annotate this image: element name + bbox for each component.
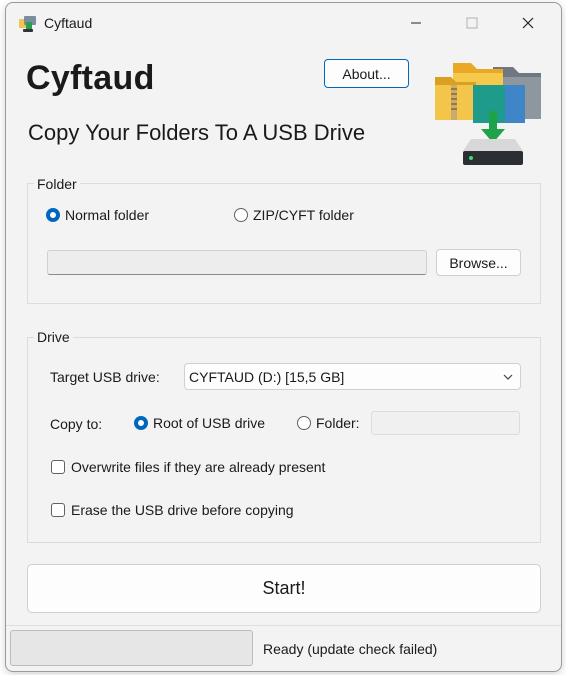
maximize-button[interactable]: [449, 3, 495, 43]
folder-group-box: [27, 183, 541, 304]
copy-to-folder-radio[interactable]: Folder:: [297, 415, 360, 431]
start-button[interactable]: Start!: [27, 564, 541, 613]
radio-unselected-icon: [234, 208, 248, 222]
title-bar[interactable]: Cyftaud: [6, 3, 561, 43]
target-usb-drive-value: CYFTAUD (D:) [15,5 GB]: [189, 368, 345, 385]
zip-folder-radio[interactable]: ZIP/CYFT folder: [234, 207, 354, 223]
erase-drive-label: Erase the USB drive before copying: [71, 502, 294, 518]
about-button[interactable]: About...: [324, 59, 409, 88]
normal-folder-label: Normal folder: [65, 207, 150, 223]
maximize-icon: [466, 17, 478, 29]
overwrite-label: Overwrite files if they are already pres…: [71, 459, 326, 475]
folders-to-usb-illustration-icon: [435, 63, 541, 165]
copy-to-label: Copy to:: [50, 416, 103, 432]
drive-group-legend: Drive: [34, 329, 73, 345]
checkbox-unchecked-icon: [51, 503, 65, 517]
app-subtitle: Copy Your Folders To A USB Drive: [28, 120, 366, 145]
radio-selected-icon: [46, 208, 60, 222]
minimize-button[interactable]: [393, 3, 439, 43]
radio-unselected-icon: [297, 416, 311, 430]
copy-to-folder-input[interactable]: [371, 411, 520, 435]
progress-bar: [10, 630, 253, 666]
chevron-down-icon: [503, 374, 513, 380]
target-usb-drive-label: Target USB drive:: [50, 369, 160, 385]
cyftaud-app-icon: [19, 16, 36, 32]
status-bar-divider: [6, 625, 561, 626]
overwrite-checkbox[interactable]: Overwrite files if they are already pres…: [51, 459, 325, 475]
root-of-usb-radio[interactable]: Root of USB drive: [134, 415, 265, 431]
folder-path-input[interactable]: [47, 250, 427, 275]
radio-selected-icon: [134, 416, 148, 430]
folder-group-legend: Folder: [34, 176, 80, 192]
normal-folder-radio[interactable]: Normal folder: [46, 207, 149, 223]
close-icon: [522, 17, 534, 29]
browse-button[interactable]: Browse...: [436, 249, 521, 276]
checkbox-unchecked-icon: [51, 460, 65, 474]
status-text: Ready (update check failed): [263, 641, 438, 657]
copy-to-folder-label: Folder:: [316, 415, 360, 431]
target-usb-drive-select[interactable]: CYFTAUD (D:) [15,5 GB]: [184, 363, 521, 390]
close-button[interactable]: [505, 3, 551, 43]
root-of-usb-label: Root of USB drive: [153, 415, 266, 431]
zip-folder-label: ZIP/CYFT folder: [253, 207, 354, 223]
app-window: Cyftaud Cyftaud Copy Your Folders To A U…: [5, 2, 562, 672]
app-name-heading: Cyftaud: [26, 59, 155, 97]
minimize-icon: [411, 22, 421, 24]
erase-drive-checkbox[interactable]: Erase the USB drive before copying: [51, 502, 294, 518]
window-title: Cyftaud: [44, 15, 93, 31]
